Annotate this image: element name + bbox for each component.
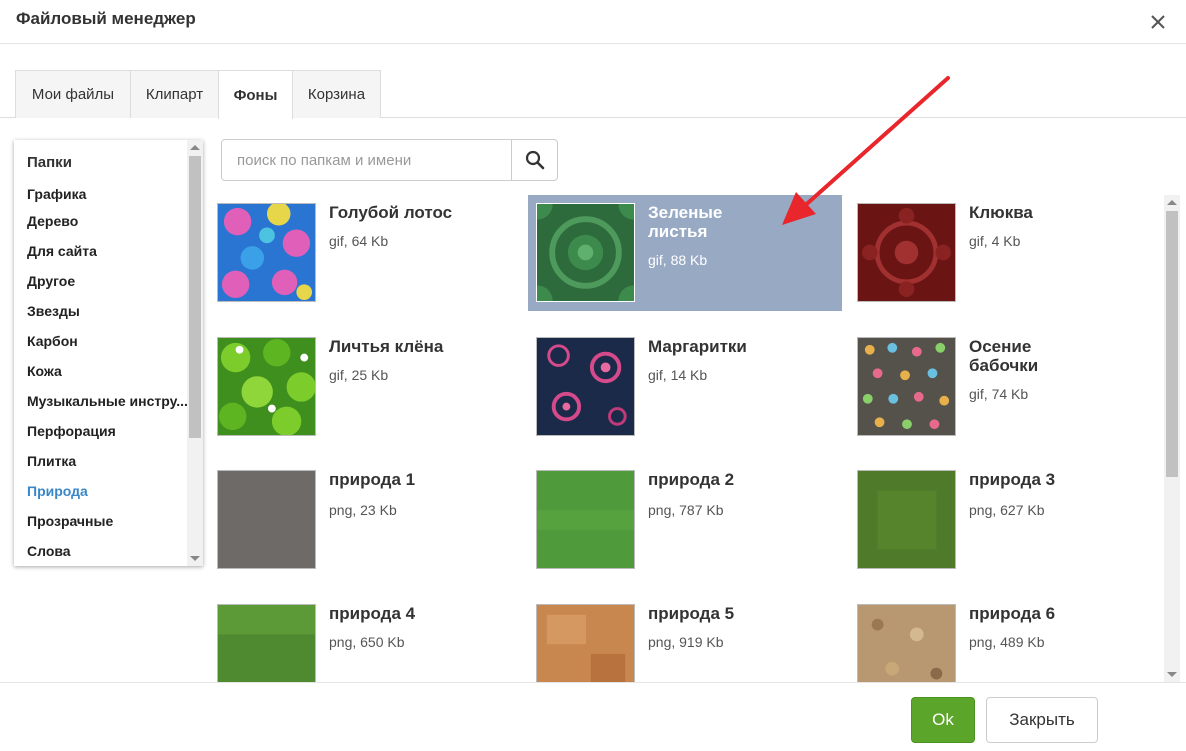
folder-scroll-thumb[interactable] [189, 156, 201, 438]
folder-item[interactable]: Карбон [27, 333, 187, 349]
file-name: Зеленые листья [648, 203, 723, 241]
file-card[interactable]: природа 5 png, 919 Kb [528, 596, 842, 682]
file-meta: gif, 88 Kb [648, 252, 708, 268]
ok-button[interactable]: Ok [911, 697, 975, 743]
nature-4-thumbnail [217, 604, 316, 682]
nature-5-thumbnail [536, 604, 635, 682]
file-meta: png, 787 Kb [648, 502, 724, 518]
cranberry-thumbnail [857, 203, 956, 302]
file-card[interactable]: природа 2 png, 787 Kb [528, 462, 842, 578]
folder-item-active[interactable]: Природа [27, 483, 187, 499]
nature-1-thumbnail [217, 470, 316, 569]
file-name: природа 4 [329, 604, 416, 623]
search-input[interactable] [222, 140, 512, 180]
file-meta: gif, 14 Kb [648, 367, 708, 383]
folder-item[interactable]: Плитка [27, 453, 187, 469]
file-meta: png, 627 Kb [969, 502, 1045, 518]
tab-backgrounds[interactable]: Фоны [218, 70, 293, 119]
file-meta: gif, 4 Kb [969, 233, 1021, 249]
file-card[interactable]: природа 3 png, 627 Kb [849, 462, 1163, 578]
maple-leaves-thumbnail [217, 337, 316, 436]
folder-item[interactable]: Прозрачные [27, 513, 187, 529]
folder-item[interactable]: Перфорация [27, 423, 187, 439]
file-name: Голубой лотос [329, 203, 453, 222]
lotus-thumbnail [217, 203, 316, 302]
folders-heading: Папки [27, 154, 72, 171]
dialog-footer: Ok Закрыть [0, 682, 1186, 751]
scroll-down-icon[interactable] [1167, 672, 1177, 677]
search-box [221, 139, 558, 181]
search-button[interactable] [511, 140, 557, 180]
nature-3-thumbnail [857, 470, 956, 569]
file-name: Клюква [969, 203, 1033, 222]
file-name: природа 3 [969, 470, 1056, 489]
search-icon [525, 150, 544, 170]
tab-my-files[interactable]: Мои файлы [15, 70, 131, 118]
tabs-bar: Мои файлы Клипарт Фоны Корзина [0, 44, 1186, 119]
file-meta: png, 919 Kb [648, 634, 724, 650]
file-name: природа 1 [329, 470, 416, 489]
dialog-title: Файловый менеджер [16, 9, 196, 28]
nature-2-thumbnail [536, 470, 635, 569]
butterflies-thumbnail [857, 337, 956, 436]
close-icon[interactable] [1146, 10, 1170, 34]
file-card[interactable]: природа 4 png, 650 Kb [209, 596, 523, 682]
file-manager-dialog: Файловый менеджер Мои файлы Клипарт Фоны… [0, 0, 1186, 751]
file-grid: Голубой лотос gif, 64 Kb Зеленые листья … [209, 195, 1164, 682]
file-card[interactable]: Личтья клёна gif, 25 Kb [209, 329, 523, 445]
file-name: Маргаритки [648, 337, 747, 356]
scroll-up-icon[interactable] [1167, 200, 1177, 205]
folder-item[interactable]: Звезды [27, 303, 187, 319]
tab-trash[interactable]: Корзина [292, 70, 381, 118]
file-meta: gif, 74 Kb [969, 386, 1029, 402]
nature-6-thumbnail [857, 604, 956, 682]
file-meta: png, 23 Kb [329, 502, 397, 518]
file-name: Осение бабочки [969, 337, 1039, 375]
folder-item[interactable]: Графика [27, 186, 187, 202]
grid-scrollbar[interactable] [1164, 195, 1180, 682]
folder-list: Папки Графика Дерево Для сайта Другое Зв… [14, 140, 203, 566]
file-meta: png, 489 Kb [969, 634, 1045, 650]
green-leaves-thumbnail [536, 203, 635, 302]
file-meta: gif, 25 Kb [329, 367, 389, 383]
close-button[interactable]: Закрыть [986, 697, 1098, 743]
folder-scrollbar[interactable] [187, 140, 203, 566]
folder-item[interactable]: Музыкальные инстру... [27, 393, 187, 409]
dialog-header: Файловый менеджер [0, 0, 1186, 44]
folder-item[interactable]: Другое [27, 273, 187, 289]
folder-item[interactable]: Дерево [27, 213, 187, 229]
file-card[interactable]: Клюква gif, 4 Kb [849, 195, 1163, 311]
file-meta: gif, 64 Kb [329, 233, 389, 249]
file-name: природа 6 [969, 604, 1056, 623]
daisies-thumbnail [536, 337, 635, 436]
folder-item[interactable]: Для сайта [27, 243, 187, 259]
file-card[interactable]: природа 1 png, 23 Kb [209, 462, 523, 578]
grid-scroll-thumb[interactable] [1166, 211, 1178, 477]
folder-item[interactable]: Кожа [27, 363, 187, 379]
file-name: природа 2 [648, 470, 735, 489]
file-card[interactable]: Осение бабочки gif, 74 Kb [849, 329, 1163, 445]
file-card[interactable]: природа 6 png, 489 Kb [849, 596, 1163, 682]
tab-clipart[interactable]: Клипарт [130, 70, 219, 118]
file-meta: png, 650 Kb [329, 634, 405, 650]
file-card[interactable]: Голубой лотос gif, 64 Kb [209, 195, 523, 311]
file-name: природа 5 [648, 604, 735, 623]
file-card-selected[interactable]: Зеленые листья gif, 88 Kb [528, 195, 842, 311]
file-card[interactable]: Маргаритки gif, 14 Kb [528, 329, 842, 445]
scroll-up-icon[interactable] [190, 145, 200, 150]
folder-item[interactable]: Слова [27, 543, 187, 559]
scroll-down-icon[interactable] [190, 556, 200, 561]
file-name: Личтья клёна [329, 337, 444, 356]
